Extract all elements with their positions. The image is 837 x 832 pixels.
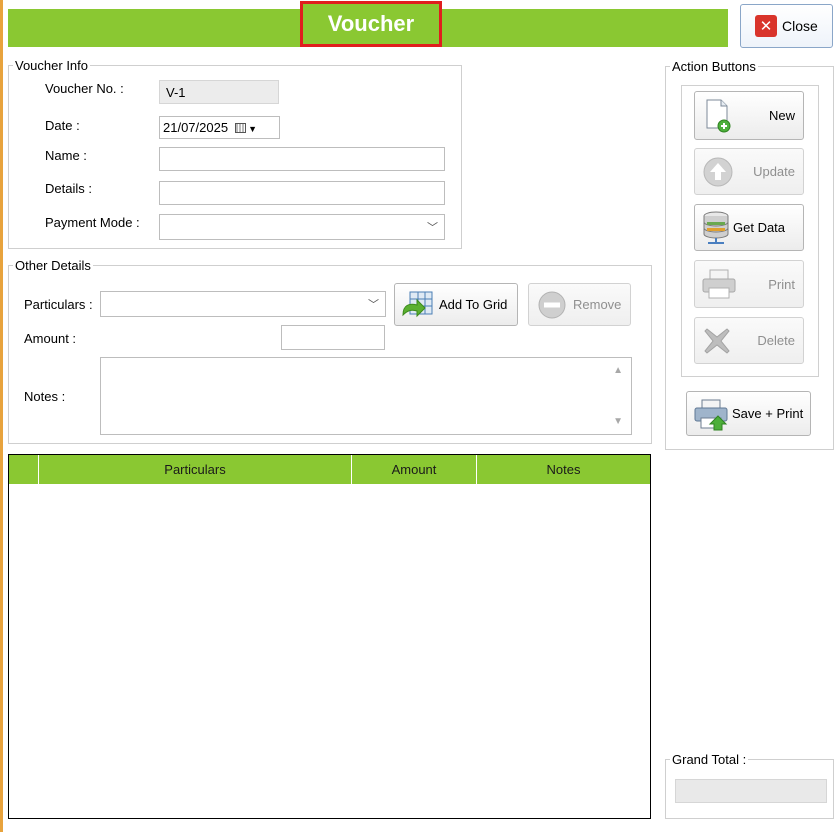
remove-icon — [537, 290, 567, 320]
window-left-border — [0, 0, 3, 832]
add-to-grid-label: Add To Grid — [439, 297, 508, 312]
particulars-label: Particulars : — [24, 297, 93, 312]
name-field[interactable] — [159, 147, 445, 171]
delete-icon — [701, 325, 733, 357]
particulars-select[interactable]: ﹀ — [100, 291, 386, 317]
amount-label: Amount : — [24, 331, 77, 346]
notes-textarea[interactable]: ▲ ▼ — [100, 357, 632, 435]
get-data-button[interactable]: Get Data — [694, 204, 804, 251]
get-data-label: Get Data — [733, 220, 786, 235]
new-label: New — [768, 108, 795, 123]
update-icon — [701, 155, 735, 189]
save-print-label: Save + Print — [732, 406, 804, 421]
delete-label: Delete — [757, 333, 795, 348]
chevron-down-icon: ▼ — [248, 124, 257, 134]
delete-button[interactable]: Delete — [694, 317, 804, 364]
grand-total-field — [675, 779, 827, 803]
calendar-icon — [235, 123, 247, 133]
payment-mode-select[interactable]: ﹀ — [159, 214, 445, 240]
save-print-button[interactable]: Save + Print — [686, 391, 811, 436]
printer-icon — [699, 267, 739, 301]
action-buttons-legend: Action Buttons — [672, 59, 756, 74]
date-label: Date : — [45, 118, 80, 133]
date-value: 21/07/2025 — [163, 120, 229, 135]
date-picker[interactable]: 21/07/2025 ▼ — [159, 116, 280, 139]
grid-column-amount[interactable]: Amount — [352, 455, 477, 484]
page-title: Voucher — [300, 1, 442, 47]
print-label: Print — [768, 276, 795, 292]
save-print-icon — [692, 396, 730, 432]
remove-button[interactable]: Remove — [528, 283, 631, 326]
chevron-down-icon: ﹀ — [368, 299, 379, 311]
close-icon: ✕ — [755, 15, 777, 37]
new-document-icon — [703, 98, 733, 134]
grid-column-notes[interactable]: Notes — [477, 455, 650, 484]
voucher-no-label: Voucher No. : — [45, 81, 124, 96]
update-button[interactable]: Update — [694, 148, 804, 195]
amount-field[interactable] — [281, 325, 385, 350]
grid-row-selector-header — [9, 455, 39, 484]
print-button[interactable]: Print — [694, 260, 804, 308]
scroll-down-icon[interactable]: ▼ — [613, 416, 623, 427]
add-to-grid-icon — [399, 289, 435, 321]
update-label: Update — [753, 164, 795, 179]
close-button[interactable]: ✕ Close — [740, 4, 833, 48]
database-icon — [699, 209, 733, 247]
details-field[interactable] — [159, 181, 445, 205]
particulars-grid[interactable]: Particulars Amount Notes — [8, 454, 651, 819]
close-button-label: Close — [782, 18, 818, 34]
payment-mode-label: Payment Mode : — [45, 215, 140, 230]
voucher-info-legend: Voucher Info — [15, 58, 88, 73]
scroll-up-icon[interactable]: ▲ — [613, 365, 623, 376]
grid-header: Particulars Amount Notes — [9, 455, 650, 484]
add-to-grid-button[interactable]: Add To Grid — [394, 283, 518, 326]
voucher-no-field: V-1 — [159, 80, 279, 104]
name-label: Name : — [45, 148, 87, 163]
chevron-down-icon: ﹀ — [427, 222, 438, 234]
new-button[interactable]: New — [694, 91, 804, 140]
grid-column-particulars[interactable]: Particulars — [39, 455, 352, 484]
details-label: Details : — [45, 181, 92, 196]
grand-total-legend: Grand Total : — [672, 752, 747, 767]
remove-label: Remove — [573, 297, 622, 312]
other-details-legend: Other Details — [15, 258, 91, 273]
notes-label: Notes : — [24, 389, 66, 404]
